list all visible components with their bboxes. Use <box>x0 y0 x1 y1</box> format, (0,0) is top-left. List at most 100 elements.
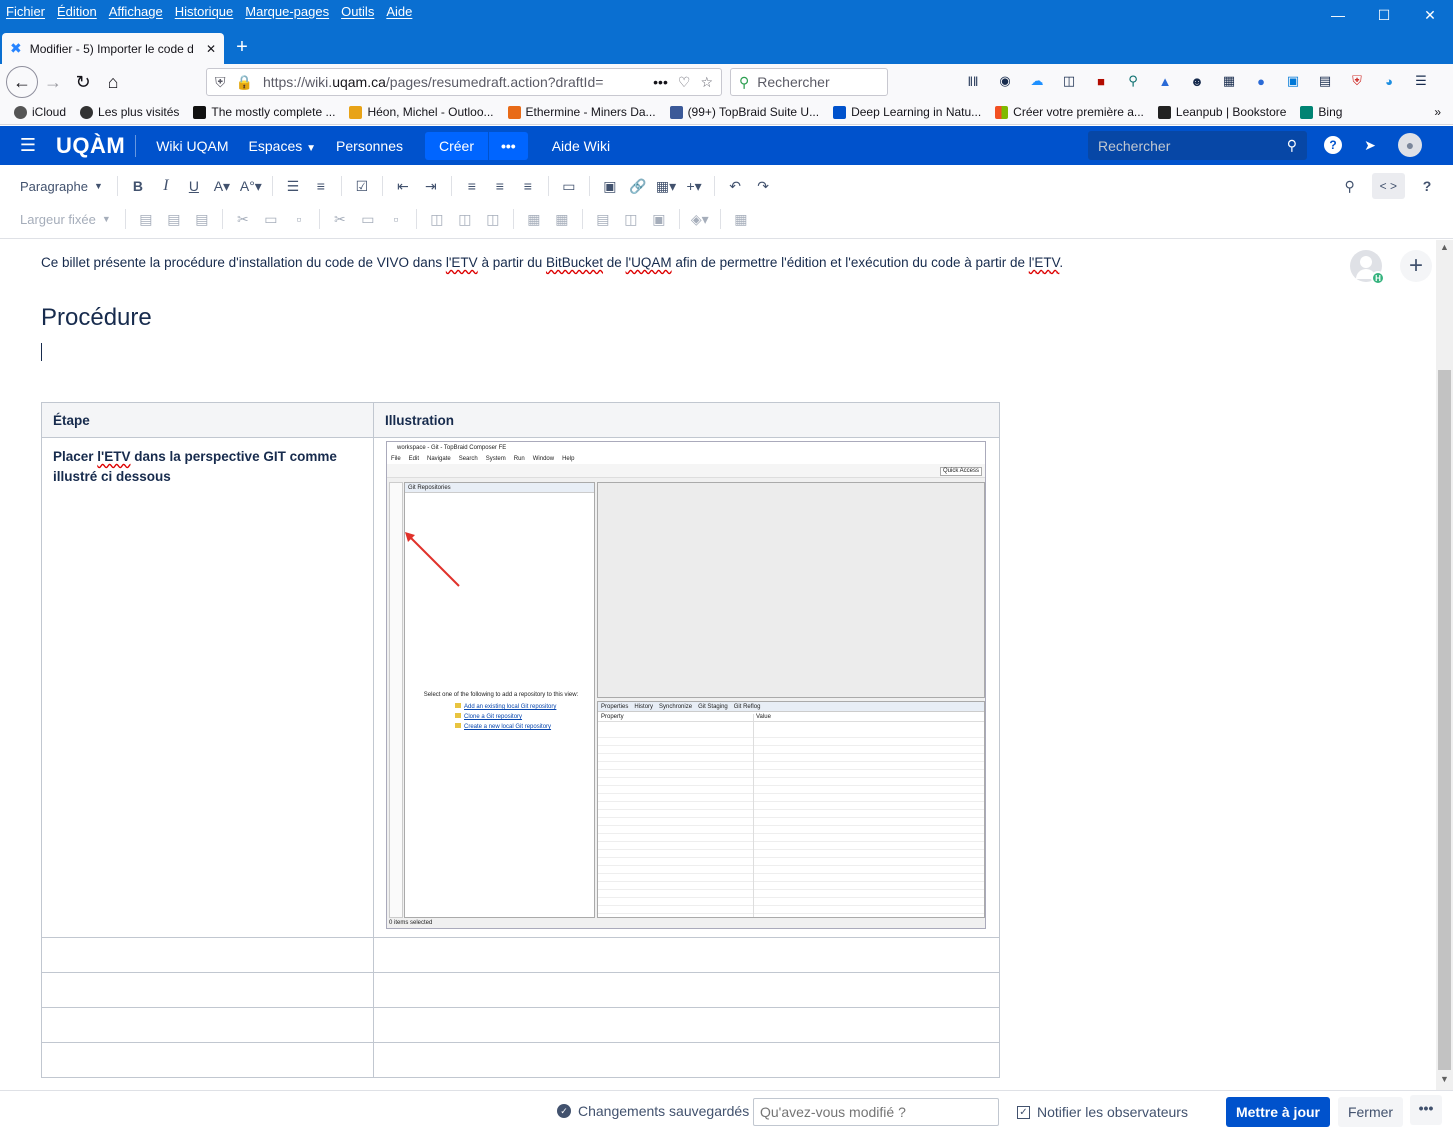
undo-icon[interactable]: ↶ <box>721 172 749 200</box>
pocket-icon[interactable]: ♡ <box>678 74 691 91</box>
browser-tab-active[interactable]: ✖ Modifier - 5) Importer le code d ✕ <box>2 33 224 64</box>
notifications-icon[interactable]: ➤ <box>1358 133 1382 157</box>
spaces-menu[interactable]: Espaces ▼ <box>239 138 327 154</box>
empty-cell[interactable] <box>373 972 1000 1008</box>
reader-icon[interactable]: ◫ <box>1058 70 1080 92</box>
empty-cell[interactable] <box>41 1007 374 1043</box>
copy-column-icon[interactable]: ▭ <box>354 205 382 233</box>
scroll-down-icon[interactable]: ▼ <box>1436 1074 1453 1088</box>
insert-link-icon[interactable]: 🔗 <box>624 172 652 200</box>
menu-affichage[interactable]: Affichage <box>109 4 163 19</box>
checkbox-checked-icon[interactable]: ✓ <box>1017 1105 1030 1119</box>
empty-cell[interactable] <box>373 937 1000 973</box>
robot-extension-icon[interactable]: ● <box>1250 70 1272 92</box>
bookmark-microsoft[interactable]: Créer votre première a... <box>995 105 1144 119</box>
insert-more-icon[interactable]: +▾ <box>680 172 708 200</box>
bookmark-bing[interactable]: Bing <box>1300 105 1342 119</box>
close-window-icon[interactable]: ✕ <box>1407 0 1453 30</box>
header-illustration[interactable]: Illustration <box>373 402 1000 438</box>
source-editor-icon[interactable]: < > <box>1371 173 1405 199</box>
paragraph-style-dropdown[interactable]: Paragraphe ▼ <box>12 172 111 200</box>
menu-fichier[interactable]: Fichier <box>6 4 45 19</box>
cut-row-icon[interactable]: ✂ <box>229 205 257 233</box>
vertical-scrollbar[interactable]: ▲ ▼ <box>1436 240 1453 1090</box>
procedure-table[interactable]: Étape Illustration Placer l'ETV dans la … <box>41 402 1000 1078</box>
reload-icon[interactable]: ↻ <box>68 67 98 97</box>
merge-cells-icon[interactable]: ▦ <box>520 205 548 233</box>
create-more-button[interactable]: ••• <box>488 131 528 160</box>
sidebar-toggle-icon[interactable]: ☰ <box>0 135 56 156</box>
split-cell-icon[interactable]: ▦ <box>548 205 576 233</box>
keyboard-help-icon[interactable]: ? <box>1413 172 1441 200</box>
row-above-icon[interactable]: ▤ <box>132 205 160 233</box>
maximize-icon[interactable]: ☐ <box>1361 0 1407 30</box>
bookmarks-overflow-icon[interactable]: » <box>1434 105 1441 119</box>
edge-extension-icon[interactable]: ◕ <box>1378 70 1400 92</box>
bookmark-ethermine[interactable]: Ethermine - Miners Da... <box>507 105 656 119</box>
url-bar[interactable]: ⛨ 🔒 https://wiki.uqam.ca/pages/resumedra… <box>206 68 722 96</box>
align-right-icon[interactable]: ≡ <box>514 172 542 200</box>
text-color-icon[interactable]: A▾ <box>208 172 236 200</box>
cloud-extension-icon[interactable]: ☁ <box>1026 70 1048 92</box>
find-replace-icon[interactable]: ⚲ <box>1336 172 1364 200</box>
translate-extension-icon[interactable]: ▤ <box>1314 70 1336 92</box>
header-step[interactable]: Étape <box>41 402 374 438</box>
invite-collaborator-icon[interactable]: + <box>1400 250 1432 282</box>
scrollbar-thumb[interactable] <box>1438 370 1451 1070</box>
new-tab-button[interactable]: + <box>230 36 254 60</box>
pdf-extension-icon[interactable]: ■ <box>1090 70 1112 92</box>
table-width-dropdown[interactable]: Largeur fixée ▼ <box>12 205 119 233</box>
delete-table-icon[interactable]: ▦ <box>727 205 755 233</box>
skype-extension-icon[interactable]: ▣ <box>1282 70 1304 92</box>
bullet-list-icon[interactable]: ☰ <box>279 172 307 200</box>
git-perspective-screenshot[interactable]: workspace - Git - TopBraid Composer FE F… <box>386 441 986 929</box>
numbering-column-icon[interactable]: ▣ <box>645 205 673 233</box>
menu-outils[interactable]: Outils <box>341 4 374 19</box>
underline-icon[interactable]: U <box>180 172 208 200</box>
row-below-icon[interactable]: ▤ <box>160 205 188 233</box>
account-extension-icon[interactable]: ☻ <box>1186 70 1208 92</box>
collaborator-avatar[interactable]: H <box>1350 250 1385 285</box>
help-icon[interactable]: ? <box>1324 136 1342 154</box>
wiki-uqam-link[interactable]: Wiki UQAM <box>146 138 238 154</box>
close-tab-icon[interactable]: ✕ <box>206 42 216 56</box>
bold-icon[interactable]: B <box>124 172 152 200</box>
close-button[interactable]: Fermer <box>1338 1097 1403 1127</box>
browser-search-input[interactable]: ⚲ Rechercher <box>730 68 888 96</box>
help-wiki-link[interactable]: Aide Wiki <box>542 138 620 154</box>
redo-icon[interactable]: ↷ <box>749 172 777 200</box>
paste-row-icon[interactable]: ▫ <box>285 205 313 233</box>
create-button[interactable]: Créer <box>424 131 488 160</box>
page-actions-icon[interactable]: ••• <box>653 74 668 90</box>
home-icon[interactable]: ⌂ <box>98 67 128 97</box>
bookmark-star-icon[interactable]: ☆ <box>700 74 713 91</box>
align-left-icon[interactable]: ≡ <box>458 172 486 200</box>
column-after-icon[interactable]: ◫ <box>451 205 479 233</box>
menu-aide[interactable]: Aide <box>386 4 412 19</box>
empty-cell[interactable] <box>41 972 374 1008</box>
url-text[interactable]: https://wiki.uqam.ca/pages/resumedraft.a… <box>263 74 643 90</box>
empty-cell[interactable] <box>373 1042 1000 1078</box>
shield-icon[interactable]: ⛨ <box>215 74 226 91</box>
bookmark-icloud[interactable]: iCloud <box>14 105 66 119</box>
column-before-icon[interactable]: ◫ <box>423 205 451 233</box>
barcode-extension-icon[interactable]: ▦ <box>1218 70 1240 92</box>
library-icon[interactable]: ‖‖ <box>962 70 984 92</box>
menu-historique[interactable]: Historique <box>175 4 234 19</box>
cell-color-icon[interactable]: ◈▾ <box>686 205 714 233</box>
bookmark-deep-learning[interactable]: Deep Learning in Natu... <box>833 105 981 119</box>
adblock-icon[interactable]: ⛨ <box>1346 70 1368 92</box>
uqam-logo[interactable]: UQÀM <box>56 134 137 157</box>
insert-image-icon[interactable]: ▣ <box>596 172 624 200</box>
intro-paragraph[interactable]: Ce billet présente la procédure d'instal… <box>41 255 1063 270</box>
delete-row-icon[interactable]: ▤ <box>188 205 216 233</box>
more-formatting-icon[interactable]: A°▾ <box>236 172 266 200</box>
scroll-up-icon[interactable]: ▲ <box>1436 242 1453 256</box>
editor-content[interactable]: Ce billet présente la procédure d'instal… <box>0 240 1436 1090</box>
panda-extension-icon[interactable]: ◉ <box>994 70 1016 92</box>
task-list-icon[interactable]: ☑ <box>348 172 376 200</box>
step-cell[interactable]: Placer l'ETV dans la perspective GIT com… <box>41 437 374 938</box>
insert-table-icon[interactable]: ▦▾ <box>652 172 680 200</box>
menu-edition[interactable]: Édition <box>57 4 97 19</box>
paste-column-icon[interactable]: ▫ <box>382 205 410 233</box>
